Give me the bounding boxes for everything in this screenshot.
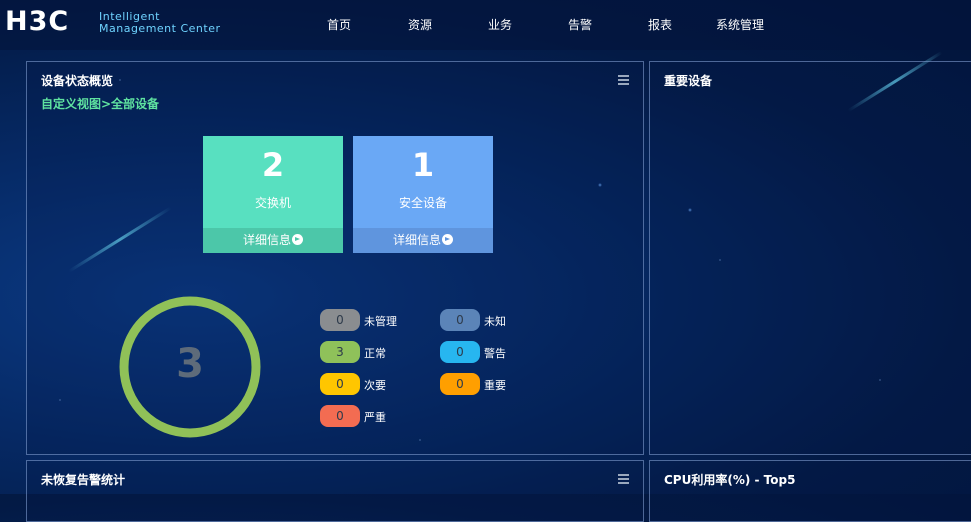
- legend-count: 3: [320, 341, 360, 363]
- legend-count: 0: [440, 309, 480, 331]
- switch-label: 交换机: [254, 196, 291, 210]
- panel-title: 重要设备: [664, 74, 713, 88]
- product-name: Intelligent Management Center: [99, 11, 220, 35]
- security-device-label: 安全设备: [398, 196, 447, 210]
- legend-label: 未管理: [364, 315, 397, 328]
- important-devices-panel: 重要设备: [649, 61, 971, 455]
- panel-title: 未恢复告警统计: [41, 473, 126, 487]
- arrow-right-circle-icon: [292, 234, 303, 245]
- total-devices-count: 3: [176, 341, 204, 387]
- legend-count: 0: [440, 373, 480, 395]
- legend-count: 0: [440, 341, 480, 363]
- h3c-logo[interactable]: H3C: [5, 6, 69, 37]
- nav-system-management[interactable]: 系统管理: [716, 16, 764, 33]
- menu-icon[interactable]: [618, 75, 629, 85]
- switch-count: 2: [261, 146, 285, 184]
- legend-count: 0: [320, 373, 360, 395]
- cpu-top5-panel: CPU利用率(%) - Top5: [649, 460, 971, 522]
- legend-label: 次要: [364, 379, 386, 392]
- legend-label: 严重: [364, 411, 386, 424]
- security-device-count: 1: [411, 146, 435, 184]
- security-device-card[interactable]: 1 安全设备 详细信息: [353, 136, 493, 253]
- menu-icon[interactable]: [618, 474, 629, 484]
- breadcrumb[interactable]: 自定义视图>全部设备: [41, 95, 159, 112]
- top-navigation-bar: H3C Intelligent Management Center 首页 资源 …: [0, 0, 971, 50]
- nav-home[interactable]: 首页: [327, 16, 351, 33]
- nav-resources[interactable]: 资源: [408, 16, 432, 33]
- switch-detail-link[interactable]: 详细信息: [203, 228, 343, 253]
- panel-title: CPU利用率(%) - Top5: [664, 473, 796, 487]
- legend-label: 警告: [484, 347, 506, 360]
- switch-card[interactable]: 2 交换机 详细信息: [203, 136, 343, 253]
- security-device-detail-link[interactable]: 详细信息: [353, 228, 493, 253]
- unrecovered-alarms-panel: 未恢复告警统计: [26, 460, 644, 522]
- legend-count: 0: [320, 309, 360, 331]
- total-devices-ring[interactable]: 3: [117, 294, 263, 440]
- nav-reports[interactable]: 报表: [648, 16, 672, 33]
- device-status-panel: 设备状态概览 自定义视图>全部设备 2 交换机 详细信息 1 安全设备 详细信息…: [26, 61, 644, 455]
- product-name-line2: Management Center: [99, 22, 221, 35]
- legend-label: 未知: [484, 315, 506, 328]
- legend-count: 0: [320, 405, 360, 427]
- nav-services[interactable]: 业务: [488, 16, 512, 33]
- detail-label: 详细信息: [242, 233, 291, 247]
- legend-label: 重要: [484, 379, 506, 392]
- panel-title: 设备状态概览: [41, 74, 114, 88]
- arrow-right-circle-icon: [442, 234, 453, 245]
- nav-alarms[interactable]: 告警: [568, 16, 592, 33]
- detail-label: 详细信息: [392, 233, 441, 247]
- legend-label: 正常: [364, 347, 386, 360]
